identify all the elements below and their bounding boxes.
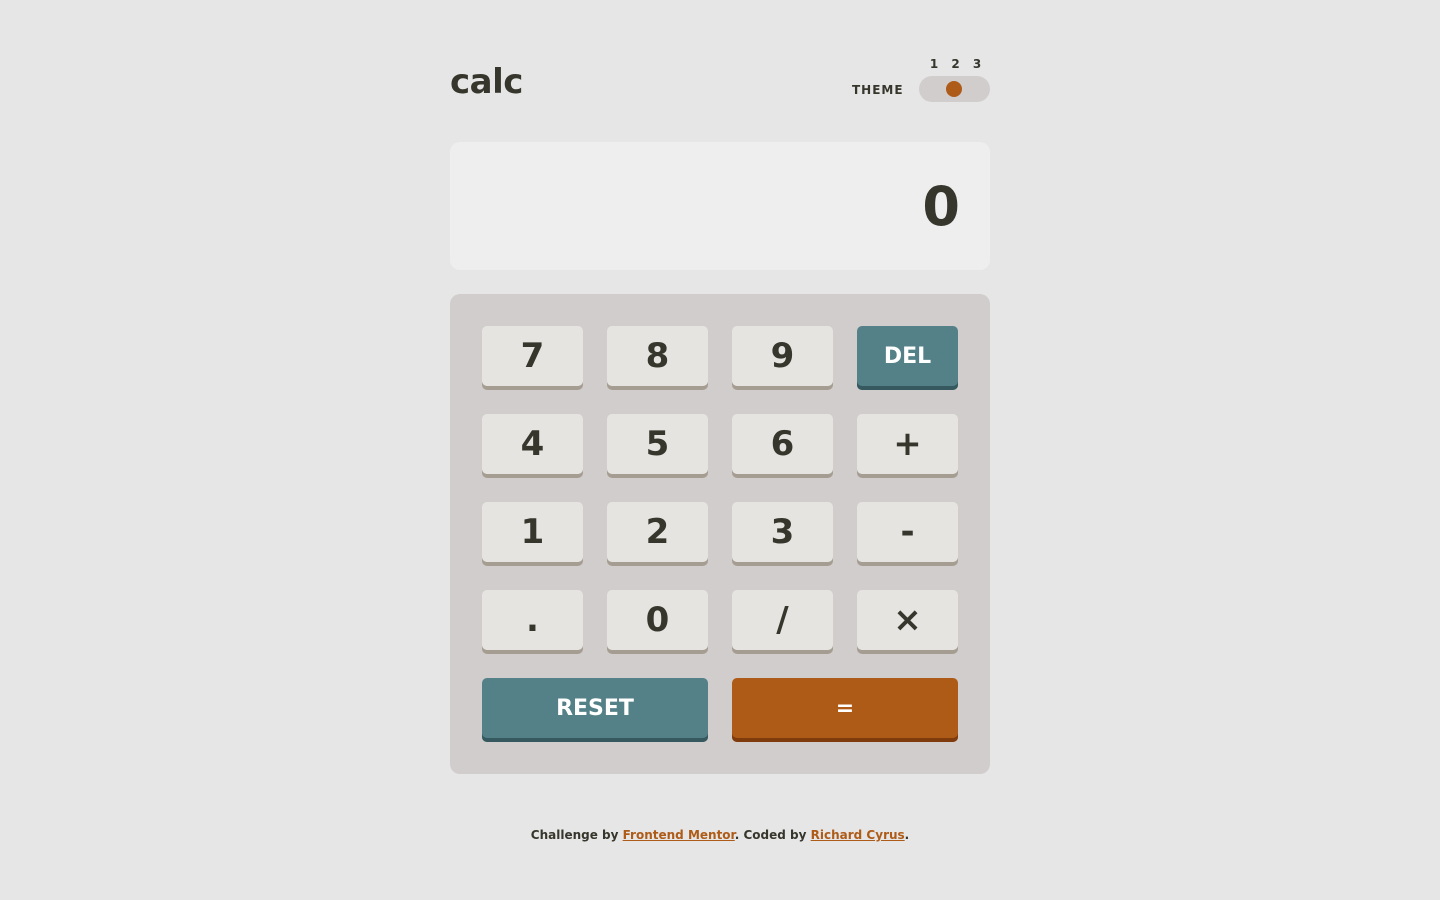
- display-value: 0: [922, 175, 960, 238]
- attribution-footer: Challenge by Frontend Mentor. Coded by R…: [0, 828, 1440, 842]
- theme-numbers: 1 2 3: [922, 57, 990, 73]
- app-logo: calc: [450, 62, 523, 102]
- theme-toggle[interactable]: [919, 76, 990, 102]
- header: calc THEME 1 2 3: [450, 56, 990, 106]
- key-decimal[interactable]: .: [482, 590, 583, 654]
- key-1[interactable]: 1: [482, 502, 583, 566]
- key-multiply[interactable]: ×: [857, 590, 958, 654]
- display-screen: 0: [450, 142, 990, 270]
- key-8[interactable]: 8: [607, 326, 708, 390]
- key-plus[interactable]: +: [857, 414, 958, 478]
- keypad: 7 8 9 DEL 4 5 6 + 1 2 3 - . 0 / × RESET …: [450, 294, 990, 774]
- key-4[interactable]: 4: [482, 414, 583, 478]
- frontend-mentor-link[interactable]: Frontend Mentor: [623, 828, 735, 842]
- delete-button[interactable]: DEL: [857, 326, 958, 390]
- key-0[interactable]: 0: [607, 590, 708, 654]
- theme-option-3[interactable]: 3: [972, 57, 982, 73]
- key-2[interactable]: 2: [607, 502, 708, 566]
- equals-button[interactable]: =: [732, 678, 958, 742]
- theme-option-2[interactable]: 2: [951, 57, 961, 73]
- theme-option-1[interactable]: 1: [929, 57, 939, 73]
- key-3[interactable]: 3: [732, 502, 833, 566]
- footer-prefix: Challenge by: [530, 828, 623, 842]
- key-6[interactable]: 6: [732, 414, 833, 478]
- theme-label: THEME: [852, 83, 904, 97]
- key-9[interactable]: 9: [732, 326, 833, 390]
- key-divide[interactable]: /: [732, 590, 833, 654]
- key-minus[interactable]: -: [857, 502, 958, 566]
- key-7[interactable]: 7: [482, 326, 583, 390]
- theme-toggle-knob[interactable]: [946, 81, 962, 97]
- reset-button[interactable]: RESET: [482, 678, 708, 742]
- author-link[interactable]: Richard Cyrus: [811, 828, 905, 842]
- footer-middle: . Coded by: [734, 828, 811, 842]
- footer-suffix: .: [904, 828, 910, 842]
- key-5[interactable]: 5: [607, 414, 708, 478]
